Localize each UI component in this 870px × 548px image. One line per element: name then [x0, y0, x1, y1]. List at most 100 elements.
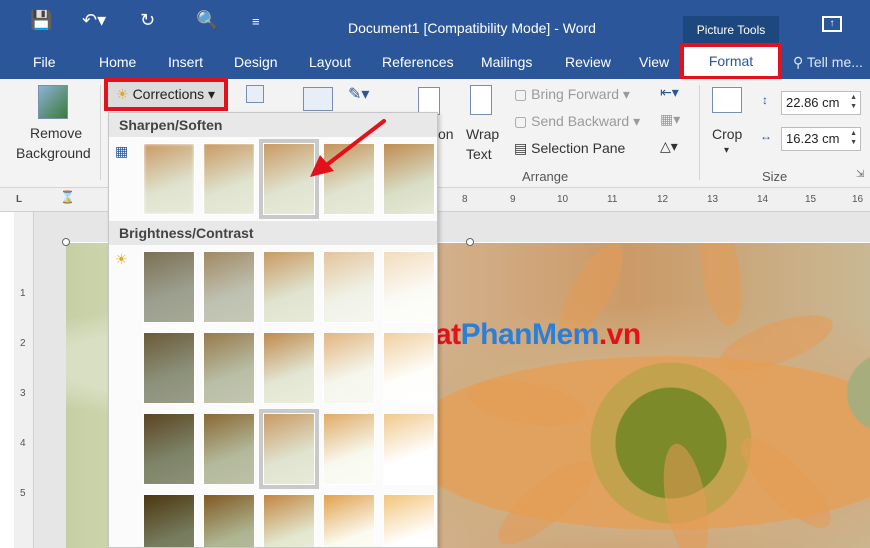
- tab-review[interactable]: Review: [565, 45, 611, 79]
- tab-selector[interactable]: L: [16, 194, 22, 205]
- indent-marker[interactable]: ⌛: [60, 190, 75, 204]
- ruler-tick: 9: [510, 194, 516, 205]
- tab-references[interactable]: References: [382, 45, 454, 79]
- brightness-contrast-option[interactable]: [263, 251, 315, 323]
- height-field[interactable]: 22.86 cm ▲ ▼: [781, 91, 861, 115]
- brightness-contrast-option[interactable]: [203, 332, 255, 404]
- tab-format[interactable]: Format: [680, 43, 782, 80]
- tab-view[interactable]: View: [639, 45, 669, 79]
- brightness-contrast-option[interactable]: [143, 251, 195, 323]
- resize-handle[interactable]: [62, 238, 70, 246]
- brightness-contrast-option[interactable]: [203, 494, 255, 547]
- resize-handle[interactable]: [466, 238, 474, 246]
- brightness-contrast-option[interactable]: [383, 413, 435, 485]
- width-field[interactable]: 16.23 cm ▲ ▼: [781, 127, 861, 151]
- save-icon[interactable]: 💾: [30, 10, 52, 31]
- tab-design[interactable]: Design: [234, 45, 278, 79]
- align-icon[interactable]: ⇤▾: [660, 84, 679, 101]
- picture-border-icon[interactable]: ✎▾: [348, 84, 369, 104]
- brightness-contrast-option[interactable]: [263, 494, 315, 547]
- group-separator: [699, 85, 700, 180]
- brightness-contrast-option[interactable]: [383, 494, 435, 547]
- ruler-tick: 14: [757, 194, 769, 205]
- height-icon: ↕: [762, 93, 768, 107]
- petal-shape: [692, 243, 750, 330]
- brightness-contrast-option[interactable]: [383, 251, 435, 323]
- width-spinner-icon[interactable]: ▲ ▼: [850, 129, 857, 147]
- petal-shape: [729, 426, 843, 540]
- undo-icon[interactable]: ↶▾: [82, 10, 106, 31]
- position-icon[interactable]: [418, 87, 440, 115]
- ruler-tick: 16: [852, 194, 864, 205]
- lightbulb-icon: ⚲: [793, 54, 807, 70]
- brightness-contrast-option[interactable]: [323, 413, 375, 485]
- petal-shape: [655, 440, 717, 548]
- tab-file[interactable]: File: [33, 45, 56, 79]
- brightness-contrast-option[interactable]: [203, 413, 255, 485]
- ruler-tick: 3: [20, 388, 26, 399]
- rotate-icon[interactable]: △▾: [660, 138, 678, 155]
- ribbon-display-icon[interactable]: ↑: [822, 16, 842, 32]
- size-dialog-launcher-icon[interactable]: ⇲: [856, 169, 864, 180]
- width-icon: ↔: [760, 129, 772, 143]
- picture-tools-label: Picture Tools: [683, 16, 779, 45]
- ruler-tick: 1: [20, 288, 26, 299]
- tab-mailings[interactable]: Mailings: [481, 45, 532, 79]
- crop-label[interactable]: Crop: [712, 126, 742, 142]
- sharpen-soften-option[interactable]: [203, 143, 255, 215]
- selection-pane-button[interactable]: ▤ Selection Pane: [514, 140, 625, 157]
- brightness-contrast-option-selected[interactable]: [259, 409, 319, 489]
- ruler-tick: 8: [462, 194, 468, 205]
- ruler-tick: 13: [707, 194, 719, 205]
- tab-layout[interactable]: Layout: [309, 45, 351, 79]
- remove-background-label-1[interactable]: Remove: [30, 125, 82, 141]
- wrap-text-label-2[interactable]: Text: [466, 146, 492, 162]
- brightness-contrast-option[interactable]: [143, 494, 195, 547]
- remove-background-icon: [38, 85, 68, 119]
- brightness-contrast-header: Brightness/Contrast: [109, 221, 437, 245]
- print-preview-icon[interactable]: 🔍: [196, 10, 218, 31]
- ruler-tick: 11: [607, 194, 618, 205]
- size-group-label: Size: [762, 169, 788, 184]
- wrap-text-icon[interactable]: [470, 85, 492, 115]
- document-title: Document1 [Compatibility Mode] - Word: [348, 20, 596, 36]
- tell-me-box[interactable]: ⚲ Tell me...: [793, 45, 863, 79]
- vertical-ruler[interactable]: 1 2 3 4 5: [14, 212, 34, 548]
- sun-icon: ☀: [116, 86, 129, 102]
- brightness-contrast-option[interactable]: [383, 332, 435, 404]
- position-label[interactable]: on: [438, 126, 454, 142]
- brightness-contrast-option[interactable]: [323, 494, 375, 547]
- crop-dropdown-icon[interactable]: ▾: [724, 145, 729, 156]
- ruler-tick: 4: [20, 438, 26, 449]
- corrections-button[interactable]: ☀ Corrections ▾: [104, 78, 228, 111]
- bring-forward-button[interactable]: ▢ Bring Forward ▾: [514, 86, 630, 103]
- brightness-contrast-option[interactable]: [143, 413, 195, 485]
- send-backward-button[interactable]: ▢ Send Backward ▾: [514, 113, 640, 130]
- brightness-contrast-option[interactable]: [263, 332, 315, 404]
- arrange-group-label: Arrange: [522, 169, 569, 184]
- wrap-text-label-1[interactable]: Wrap: [466, 126, 499, 142]
- ruler-tick: 5: [20, 488, 26, 499]
- petal-shape: [487, 449, 605, 548]
- remove-background-label-2[interactable]: Background: [16, 145, 91, 161]
- picture-styles-icon[interactable]: [303, 87, 333, 111]
- sharpen-icon: ▦: [115, 143, 129, 159]
- compress-pictures-icon[interactable]: [246, 85, 264, 103]
- ruler-tick: 12: [657, 194, 669, 205]
- brightness-contrast-option[interactable]: [143, 332, 195, 404]
- crop-icon[interactable]: [712, 87, 742, 113]
- tab-home[interactable]: Home: [99, 45, 136, 79]
- annotation-arrow: [310, 119, 386, 177]
- redo-icon[interactable]: ↻: [140, 10, 155, 31]
- height-spinner-icon[interactable]: ▲ ▼: [850, 93, 857, 111]
- sharpen-soften-option[interactable]: [143, 143, 195, 215]
- brightness-contrast-option[interactable]: [323, 251, 375, 323]
- brightness-contrast-option[interactable]: [323, 332, 375, 404]
- group-separator: [100, 85, 101, 180]
- ruler-tick: 15: [805, 194, 817, 205]
- title-bar: 💾 ↶▾ ↻ 🔍 ≡ Document1 [Compatibility Mode…: [0, 0, 870, 45]
- tab-insert[interactable]: Insert: [168, 45, 203, 79]
- brightness-contrast-option[interactable]: [203, 251, 255, 323]
- customize-qat-icon[interactable]: ≡: [252, 14, 260, 29]
- group-icon[interactable]: ▦▾: [660, 111, 680, 128]
